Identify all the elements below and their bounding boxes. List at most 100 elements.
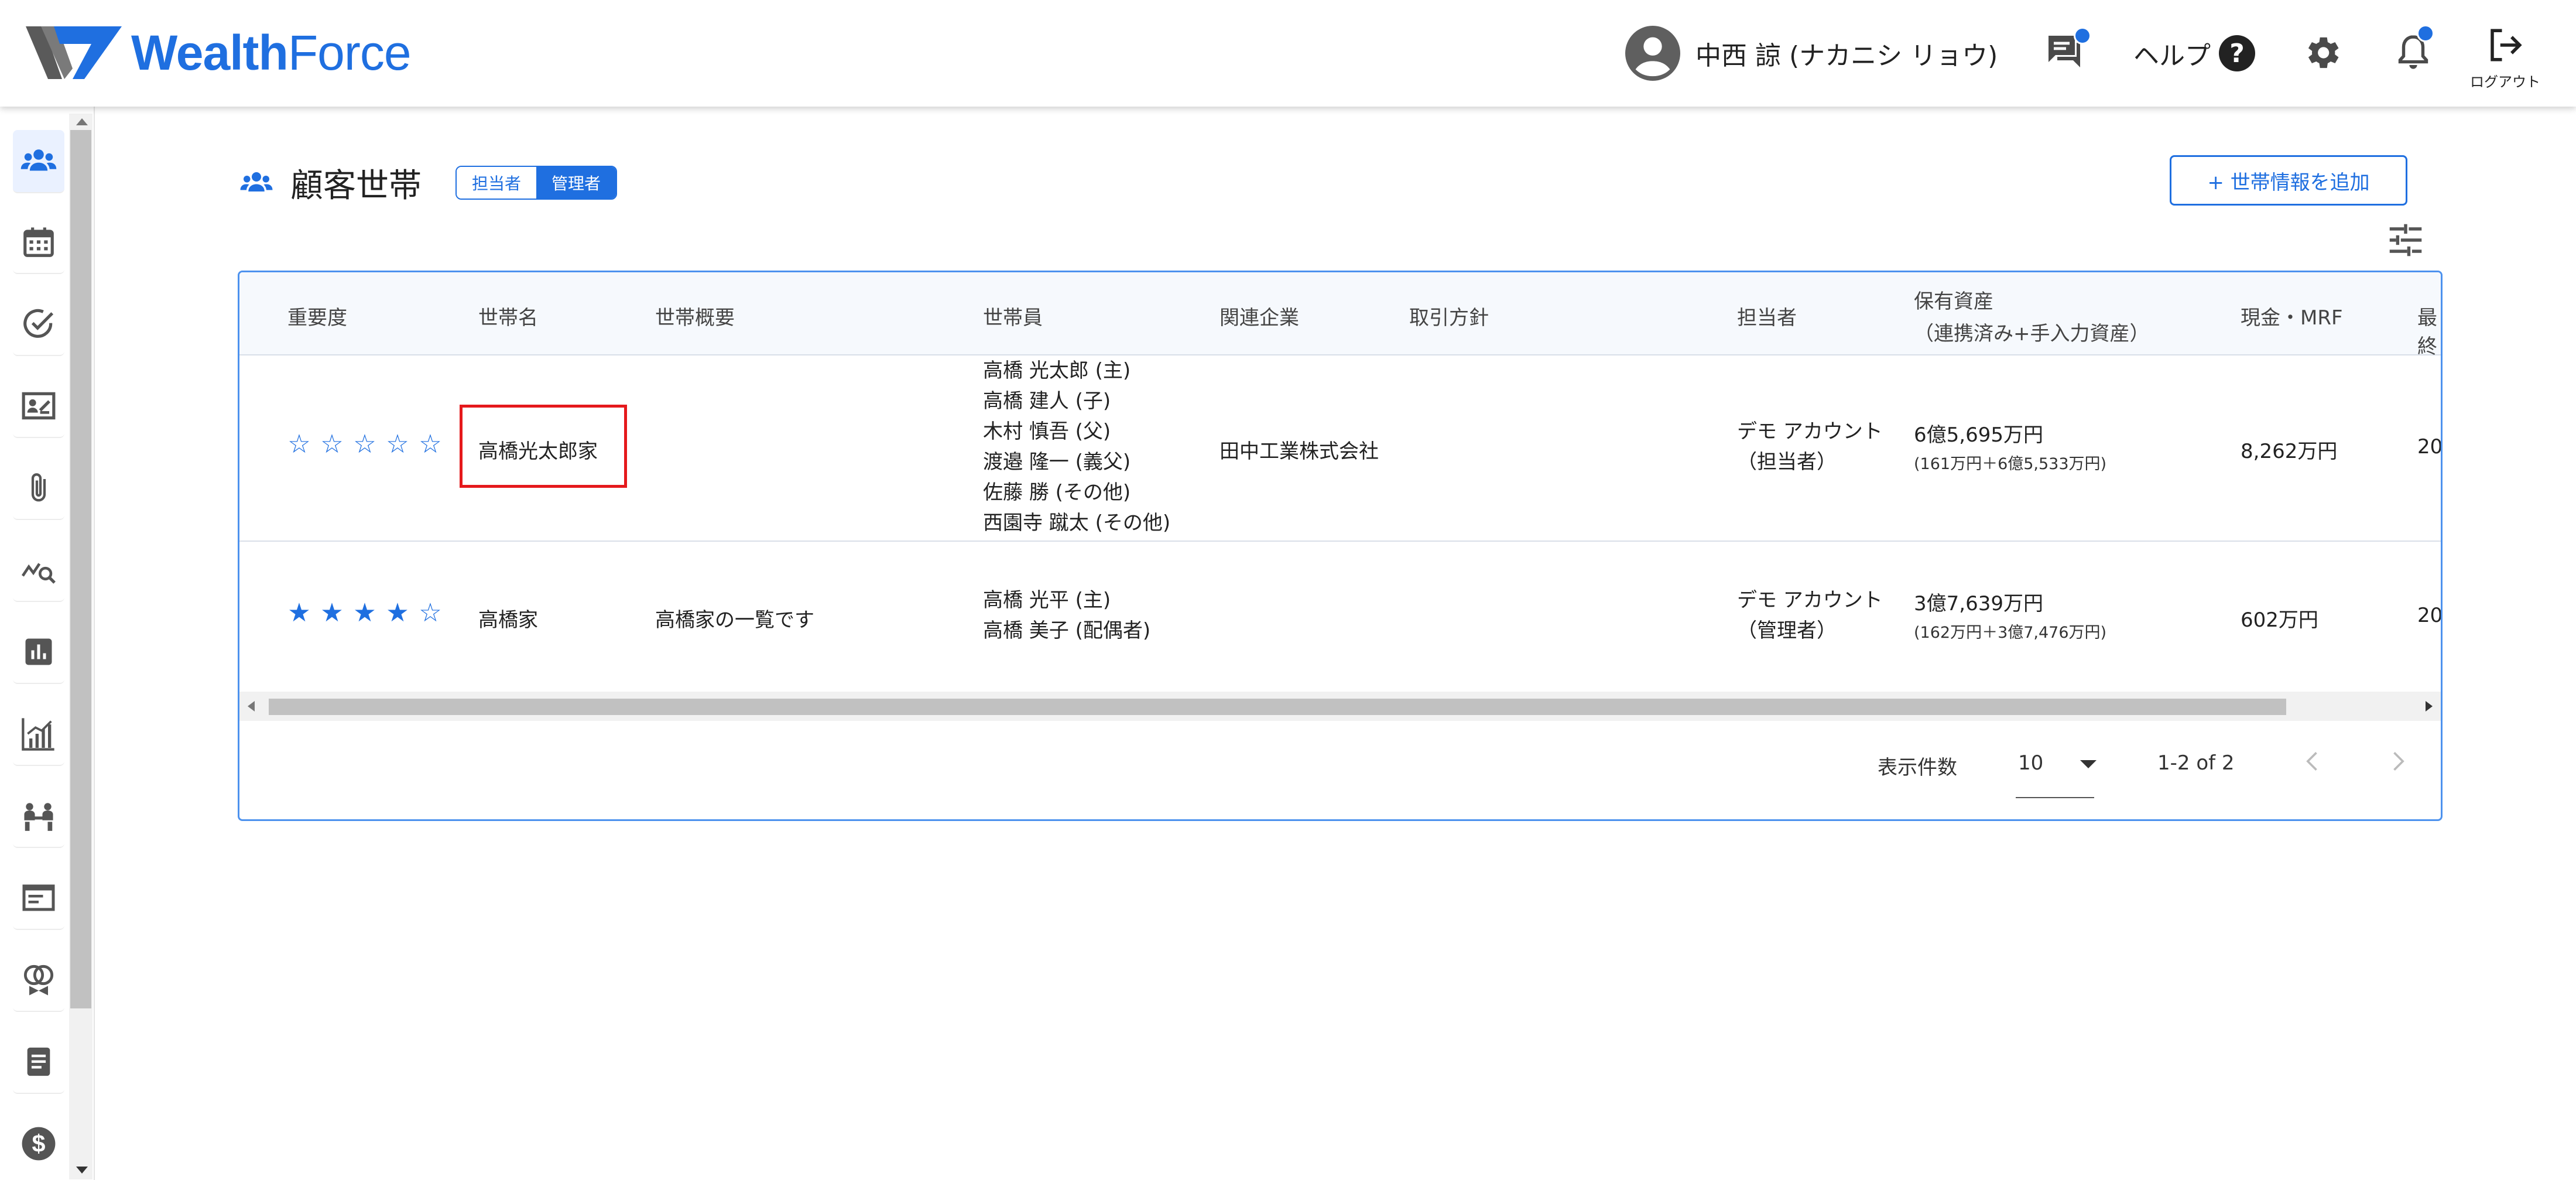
table-row[interactable]: ★ ★ ★ ★ ☆ 高橋家 高橋家の一覧です 高橋 光平 (主) 高橋 美子 (…: [239, 541, 2441, 692]
sidebar-item-attachments[interactable]: [13, 457, 64, 520]
star-icon[interactable]: ★: [381, 598, 414, 628]
col-cash[interactable]: 現金・MRF: [2241, 302, 2343, 330]
owner-role: （担当者）: [1737, 450, 1837, 474]
scroll-right-arrow[interactable]: [2426, 701, 2433, 712]
scroll-down-arrow[interactable]: [76, 1167, 88, 1174]
sidebar-item-reports[interactable]: [13, 621, 64, 684]
col-importance[interactable]: 重要度: [287, 302, 347, 330]
star-icon[interactable]: ★: [283, 598, 316, 628]
sidebar-item-calendar[interactable]: [13, 211, 64, 274]
owner-cell: デモ アカウント （管理者）: [1737, 585, 1883, 646]
account-circle-icon: [1625, 26, 1680, 81]
star-icon[interactable]: ☆: [316, 429, 348, 459]
user-name: 中西 諒 (ナカニシ リョウ): [1695, 41, 1998, 71]
col-assets-label: 保有資産: [1914, 290, 1993, 313]
logout-button[interactable]: ログアウト: [2467, 26, 2543, 91]
toggle-owner[interactable]: 担当者: [457, 167, 537, 199]
col-members[interactable]: 世帯員: [983, 302, 1043, 330]
sidebar-item-documents[interactable]: [13, 867, 64, 930]
bar-chart-icon: [25, 638, 52, 665]
member-item: 渡邉 隆一 (義父): [983, 450, 1131, 474]
rows-per-page-select[interactable]: 10: [2018, 751, 2097, 775]
user-menu[interactable]: 中西 諒 (ナカニシ リョウ): [1625, 26, 1998, 81]
scroll-up-arrow[interactable]: [76, 118, 88, 125]
sidebar-item-meetings[interactable]: [13, 785, 64, 848]
dollar-icon: $: [22, 1127, 56, 1161]
table-horizontal-scrollbar[interactable]: [239, 692, 2441, 721]
member-item: 高橋 光太郎 (主): [983, 359, 1131, 382]
col-policy[interactable]: 取引方針: [1409, 302, 1489, 330]
sidebar-item-analysis[interactable]: [13, 539, 64, 602]
page-range: 1-2 of 2: [2157, 751, 2235, 775]
users-icon: [240, 172, 273, 191]
star-icon[interactable]: ☆: [414, 429, 447, 459]
app-header: WealthForce 中西 諒 (ナカニシ リョウ) ヘルプ ? ログアウト: [0, 0, 2576, 107]
importance-stars[interactable]: ★ ★ ★ ★ ☆: [283, 598, 447, 628]
paperclip-icon: [31, 473, 46, 502]
notes-icon: [27, 1047, 50, 1076]
member-item: 木村 慎吾 (父): [983, 420, 1111, 443]
notification-badge: [2417, 25, 2434, 42]
member-item: 佐藤 勝 (その他): [983, 481, 1131, 504]
document-card-icon: [22, 884, 55, 911]
toggle-admin[interactable]: 管理者: [536, 167, 616, 199]
next-page-button[interactable]: [2385, 747, 2410, 781]
page-title: 顧客世帯: [290, 166, 422, 205]
col-household-name[interactable]: 世帯名: [478, 302, 538, 330]
rows-per-page-value: 10: [2018, 751, 2044, 775]
sidebar-item-notes[interactable]: [13, 1031, 64, 1094]
star-icon[interactable]: ☆: [348, 429, 381, 459]
highlight-box: [460, 405, 627, 488]
meeting-icon: [24, 803, 53, 831]
table-header: 重要度 世帯名 世帯概要 世帯員 関連企業 取引方針 担当者 保有資産 （連携済…: [239, 272, 2441, 358]
star-icon[interactable]: ★: [316, 598, 348, 628]
sidebar-item-billing[interactable]: $: [13, 1113, 64, 1175]
cash-value: 602万円: [2241, 608, 2318, 632]
col-last[interactable]: 最終: [2417, 302, 2441, 359]
column-settings-button[interactable]: [2385, 223, 2426, 260]
household-members: 高橋 光平 (主) 高橋 美子 (配偶者): [983, 585, 1150, 646]
logout-label: ログアウト: [2470, 74, 2540, 90]
assets-total: 3億7,639万円: [1914, 592, 2043, 615]
select-underline: [2016, 797, 2094, 798]
col-owner[interactable]: 担当者: [1737, 302, 1797, 330]
notifications-button[interactable]: [2392, 25, 2434, 77]
logout-icon: [2491, 29, 2522, 61]
settings-button[interactable]: [2301, 32, 2343, 76]
member-item: 高橋 建人 (子): [983, 389, 1111, 413]
add-household-button[interactable]: + 世帯情報を追加: [2170, 155, 2407, 206]
scroll-left-arrow[interactable]: [248, 701, 255, 712]
prev-page-button[interactable]: [2300, 747, 2326, 781]
star-icon[interactable]: ★: [348, 598, 381, 628]
assets-breakdown: (162万円＋3億7,476万円): [1914, 624, 2107, 642]
col-summary[interactable]: 世帯概要: [655, 302, 735, 330]
last-updated: 202: [2417, 435, 2443, 459]
star-icon[interactable]: ☆: [381, 429, 414, 459]
sidebar-item-households[interactable]: [13, 130, 64, 193]
sidebar-scrollbar[interactable]: [69, 114, 93, 1179]
star-icon[interactable]: ☆: [414, 598, 447, 628]
help-icon: ?: [2219, 35, 2255, 71]
sidebar-item-tasks[interactable]: [13, 293, 64, 356]
chart-search-icon: [21, 563, 56, 584]
users-icon: [20, 149, 57, 171]
calendar-icon: [23, 227, 54, 257]
related-company: 田中工業株式会社: [1220, 440, 1379, 463]
sidebar-item-matching[interactable]: [13, 949, 64, 1012]
last-updated: 202: [2417, 604, 2443, 627]
chevron-left-icon: [2306, 752, 2317, 771]
sidebar-item-contacts[interactable]: [13, 375, 64, 438]
help-link[interactable]: ヘルプ ?: [2133, 34, 2255, 73]
importance-stars[interactable]: ☆ ☆ ☆ ☆ ☆: [283, 429, 447, 459]
messages-button[interactable]: [2043, 27, 2091, 75]
member-item: 高橋 光平 (主): [983, 589, 1111, 612]
brand-logo[interactable]: WealthForce: [26, 23, 412, 82]
table-scroll-thumb[interactable]: [269, 699, 2286, 715]
sidebar-scroll-thumb[interactable]: [70, 130, 91, 1008]
col-assets[interactable]: 保有資産 （連携済み+手入力資産）: [1914, 285, 2150, 346]
chevron-right-icon: [2393, 752, 2404, 771]
star-icon[interactable]: ☆: [283, 429, 316, 459]
household-name-link[interactable]: 高橋家: [478, 604, 538, 632]
sidebar-item-performance[interactable]: [13, 703, 64, 766]
col-company[interactable]: 関連企業: [1220, 302, 1299, 330]
